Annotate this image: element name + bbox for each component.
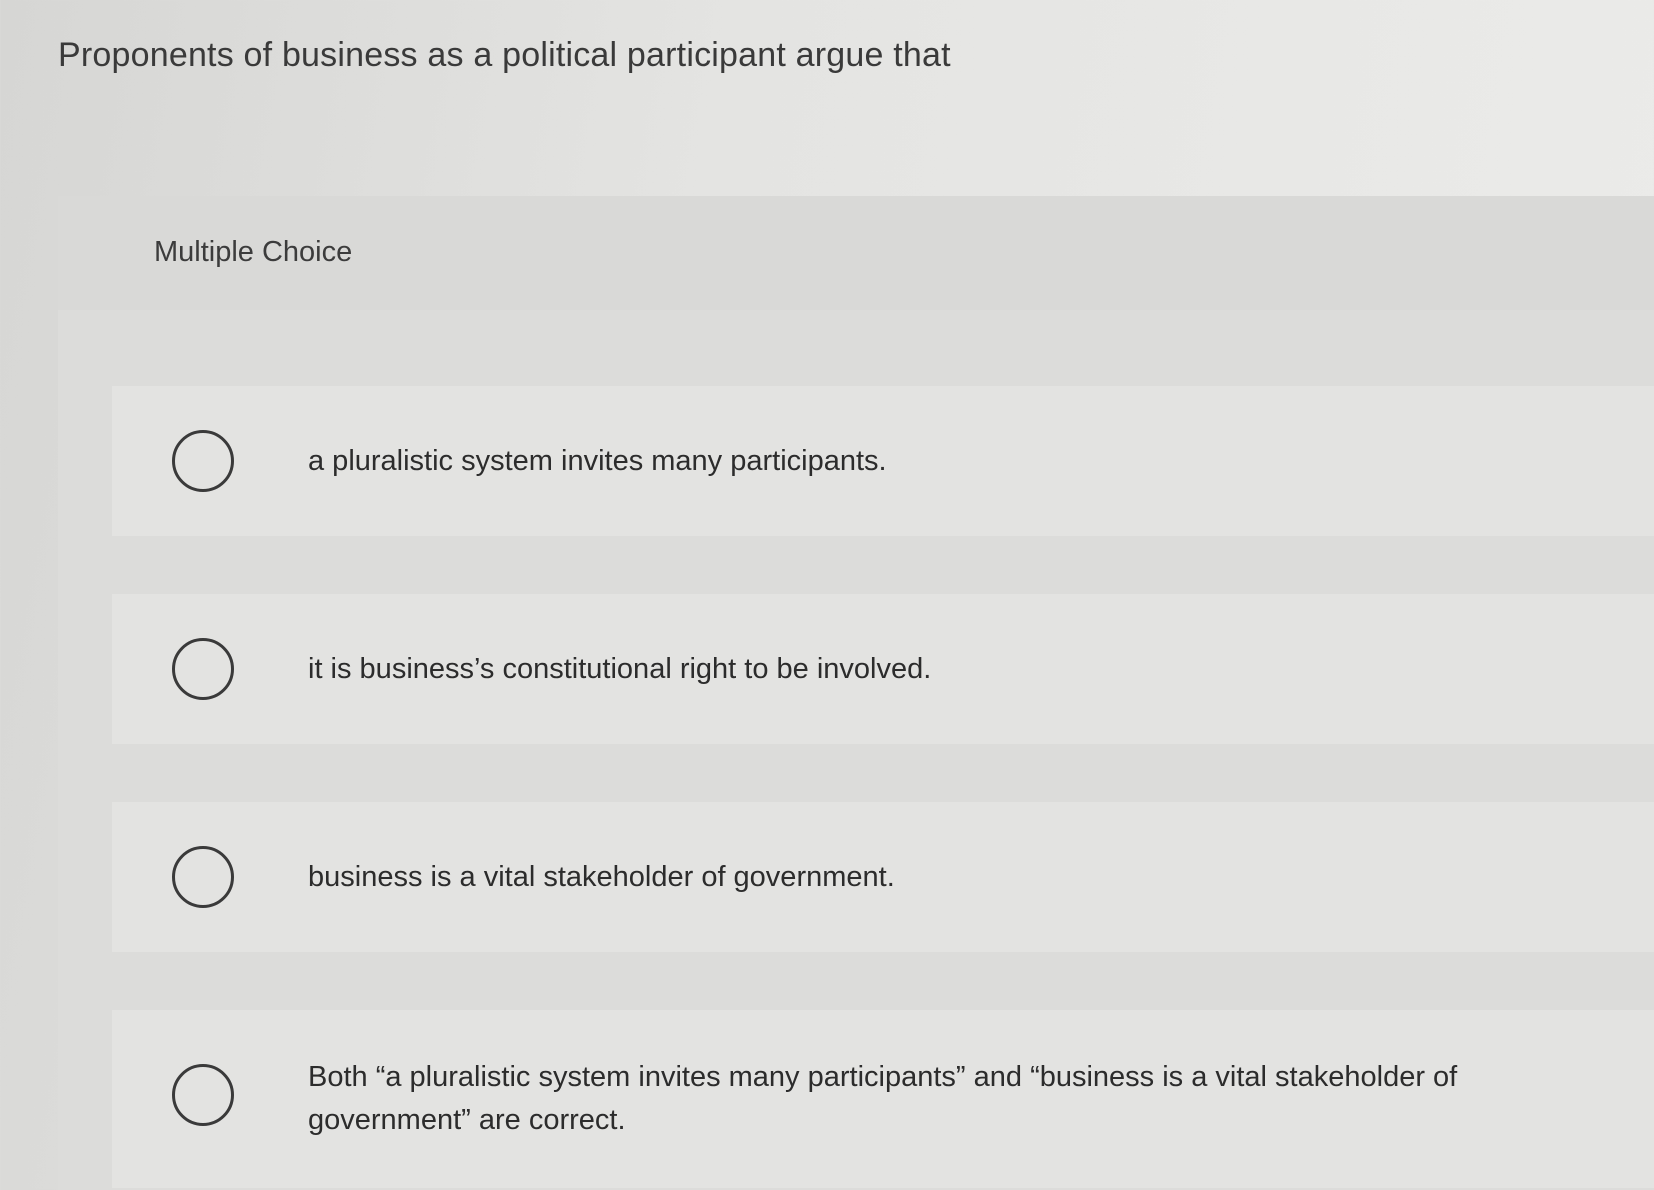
option-1-text: a pluralistic system invites many partic… xyxy=(308,445,887,477)
option-1[interactable]: a pluralistic system invites many partic… xyxy=(112,386,1654,536)
multiple-choice-label: Multiple Choice xyxy=(154,236,353,268)
multiple-choice-panel: Multiple Choice a pluralistic system inv… xyxy=(58,196,1654,1190)
option-2-text: it is business’s constitutional right to… xyxy=(308,653,932,685)
option-3[interactable]: business is a vital stakeholder of gover… xyxy=(112,802,1654,952)
radio-unchecked-icon[interactable] xyxy=(172,1064,234,1126)
options-list: a pluralistic system invites many partic… xyxy=(112,386,1654,1190)
option-4[interactable]: Both “a pluralistic system invites many … xyxy=(112,1010,1654,1188)
option-4-text: Both “a pluralistic system invites many … xyxy=(308,1061,1458,1136)
question-text: Proponents of business as a political pa… xyxy=(58,36,951,74)
option-2[interactable]: it is business’s constitutional right to… xyxy=(112,594,1654,744)
radio-unchecked-icon[interactable] xyxy=(172,846,234,908)
option-3-text: business is a vital stakeholder of gover… xyxy=(308,861,895,893)
radio-unchecked-icon[interactable] xyxy=(172,638,234,700)
radio-unchecked-icon[interactable] xyxy=(172,430,234,492)
panel-header: Multiple Choice xyxy=(58,196,1654,310)
